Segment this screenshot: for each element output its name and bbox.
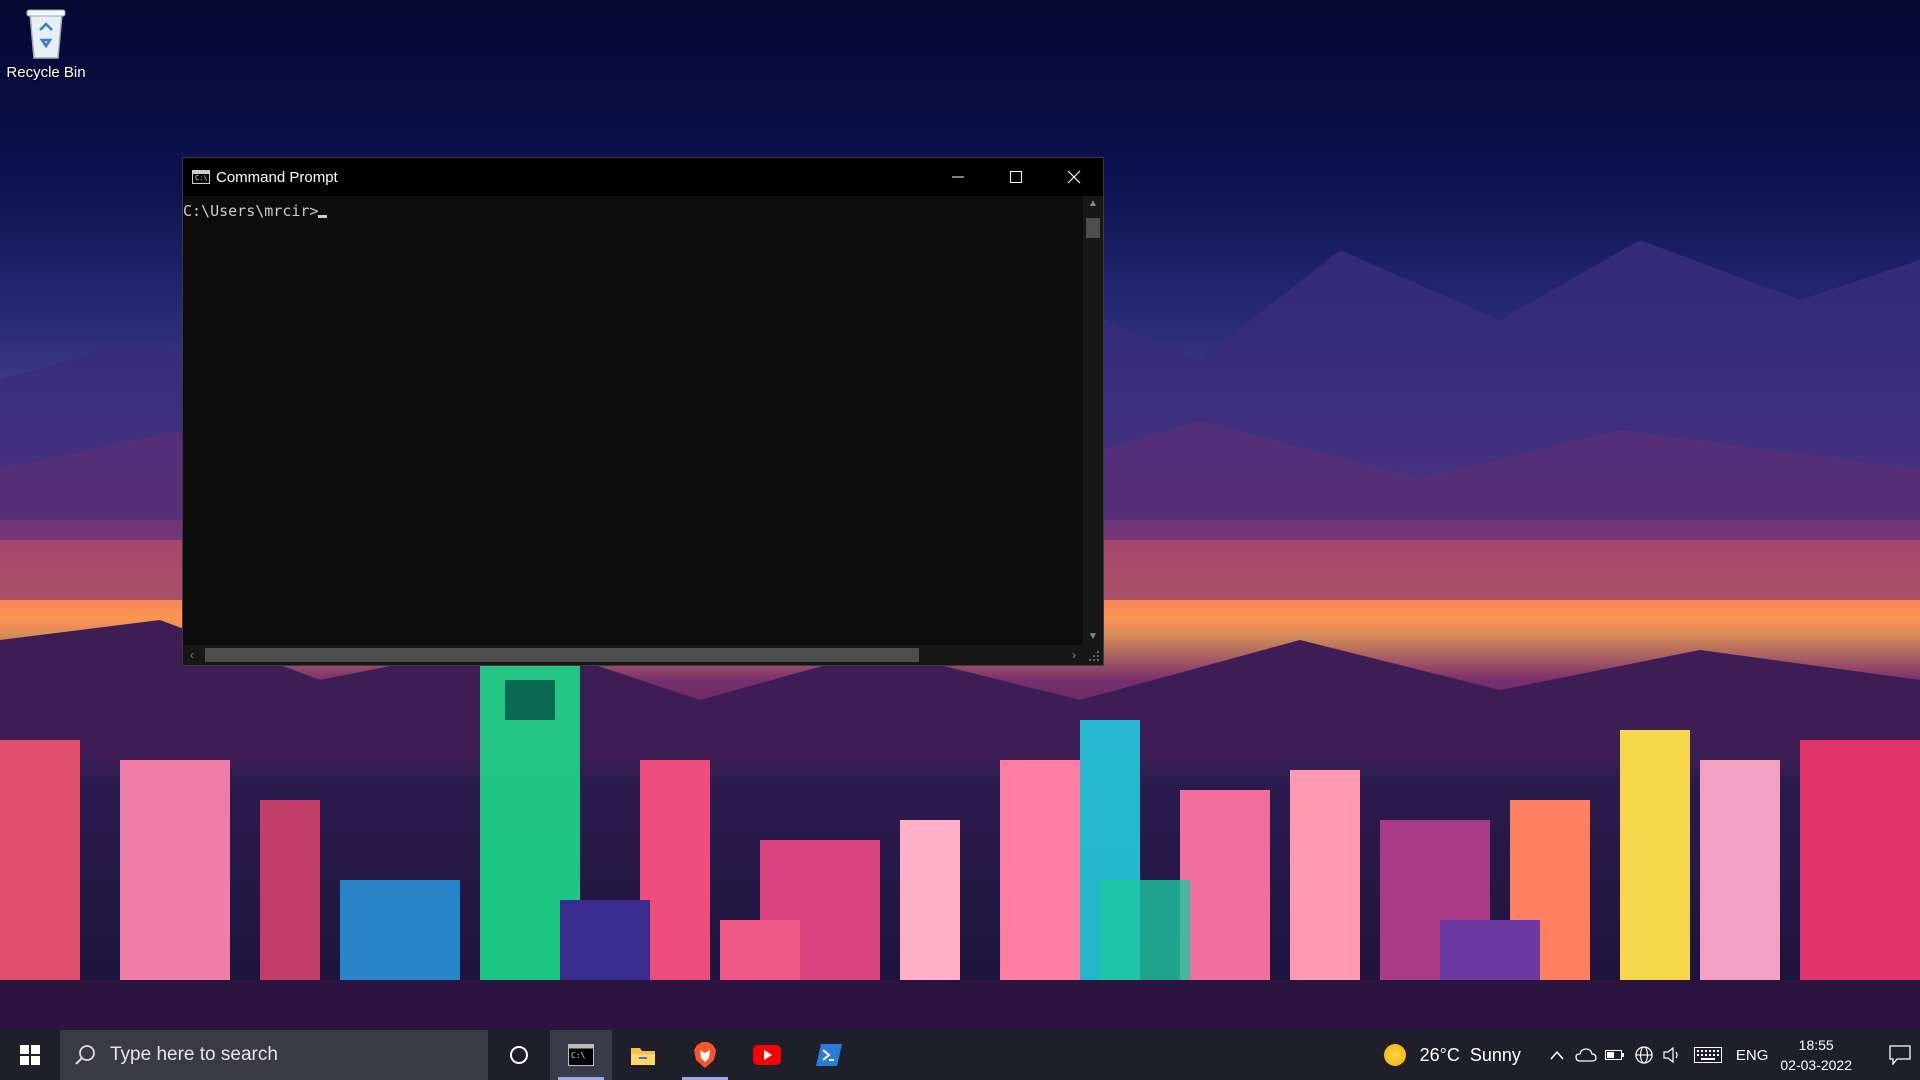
show-hidden-icons-button[interactable]: [1543, 1050, 1572, 1060]
chevron-up-icon: [1550, 1050, 1564, 1060]
keyboard-icon: [1693, 1047, 1722, 1063]
volume-button[interactable]: [1659, 1046, 1688, 1064]
scroll-down-icon[interactable]: ▼: [1083, 629, 1103, 645]
system-tray: 26°C Sunny ENG 18:55 02-03-2022: [1383, 1030, 1920, 1080]
svg-text:C:\: C:\: [571, 1051, 586, 1060]
search-placeholder: Type here to search: [110, 1044, 278, 1065]
resize-grip-icon: [1089, 651, 1099, 661]
weather-widget[interactable]: 26°C Sunny: [1383, 1044, 1521, 1066]
speaker-icon: [1663, 1046, 1678, 1064]
youtube-icon: [753, 1045, 781, 1065]
taskbar-powershell[interactable]: [798, 1030, 860, 1080]
clock-date: 02-03-2022: [1780, 1057, 1852, 1073]
onedrive-button[interactable]: [1572, 1047, 1601, 1063]
weather-temp: 26°C: [1419, 1044, 1460, 1065]
recycle-bin-label: Recycle Bin: [6, 64, 86, 81]
minimize-button[interactable]: [929, 158, 987, 196]
battery-button[interactable]: [1601, 1049, 1630, 1061]
windows-logo-icon: [20, 1045, 40, 1065]
vertical-scrollbar[interactable]: ▲ ▼: [1083, 196, 1103, 645]
close-button[interactable]: [1045, 158, 1103, 196]
text-cursor: [318, 215, 328, 218]
recycle-bin-icon: [24, 6, 68, 60]
cloud-sync-icon: [1575, 1048, 1598, 1062]
maximize-button[interactable]: [987, 158, 1045, 196]
taskbar-brave[interactable]: [674, 1030, 736, 1080]
weather-desc: Sunny: [1469, 1044, 1521, 1065]
notification-icon: [1889, 1045, 1911, 1065]
maximize-icon: [1010, 171, 1022, 183]
cortana-icon: [510, 1046, 528, 1064]
clock-time: 18:55: [1798, 1037, 1834, 1053]
taskbar-cortana[interactable]: [488, 1030, 550, 1080]
scroll-right-icon[interactable]: ›: [1065, 645, 1083, 665]
search-icon: [75, 1045, 95, 1065]
cmd-icon: C:\: [192, 170, 210, 184]
brave-icon: [694, 1042, 716, 1068]
title-bar[interactable]: C:\ Command Prompt: [183, 158, 1103, 196]
taskbar: Type here to search C:\ 26°C Sunny ENG 1…: [0, 1030, 1920, 1080]
network-button[interactable]: [1630, 1045, 1659, 1065]
resize-grip[interactable]: [1083, 645, 1103, 665]
scroll-up-icon[interactable]: ▲: [1083, 196, 1103, 212]
command-prompt-line: C:\Users\mrcir>: [183, 202, 319, 220]
vertical-scroll-thumb[interactable]: [1086, 218, 1100, 238]
battery-icon: [1605, 1050, 1625, 1060]
start-button[interactable]: [0, 1030, 60, 1080]
globe-icon: [1635, 1046, 1654, 1064]
folder-icon: [631, 1048, 655, 1065]
input-language[interactable]: ENG: [1736, 1047, 1769, 1064]
touch-keyboard-button[interactable]: [1688, 1047, 1728, 1063]
search-box[interactable]: Type here to search: [60, 1030, 488, 1080]
taskbar-command-prompt[interactable]: C:\: [550, 1030, 612, 1080]
command-prompt-window[interactable]: C:\ Command Prompt C:\Users\mrcir> ▲ ▼ ‹…: [182, 157, 1104, 666]
cmd-icon: C:\: [568, 1044, 594, 1066]
sun-icon: [1383, 1044, 1406, 1066]
clock[interactable]: 18:55 02-03-2022: [1780, 1035, 1852, 1075]
horizontal-scrollbar[interactable]: ‹ ›: [183, 645, 1083, 665]
desktop-icon-recycle-bin[interactable]: Recycle Bin: [4, 6, 88, 81]
minimize-icon: [952, 176, 964, 178]
window-title: Command Prompt: [216, 168, 338, 186]
powershell-icon: [816, 1044, 842, 1066]
taskbar-file-explorer[interactable]: [612, 1030, 674, 1080]
console-output[interactable]: C:\Users\mrcir>: [183, 196, 1083, 645]
scroll-left-icon[interactable]: ‹: [183, 645, 201, 665]
close-icon: [1067, 170, 1081, 184]
taskbar-youtube[interactable]: [736, 1030, 798, 1080]
horizontal-scroll-thumb[interactable]: [205, 648, 919, 662]
action-center-button[interactable]: [1880, 1045, 1920, 1065]
